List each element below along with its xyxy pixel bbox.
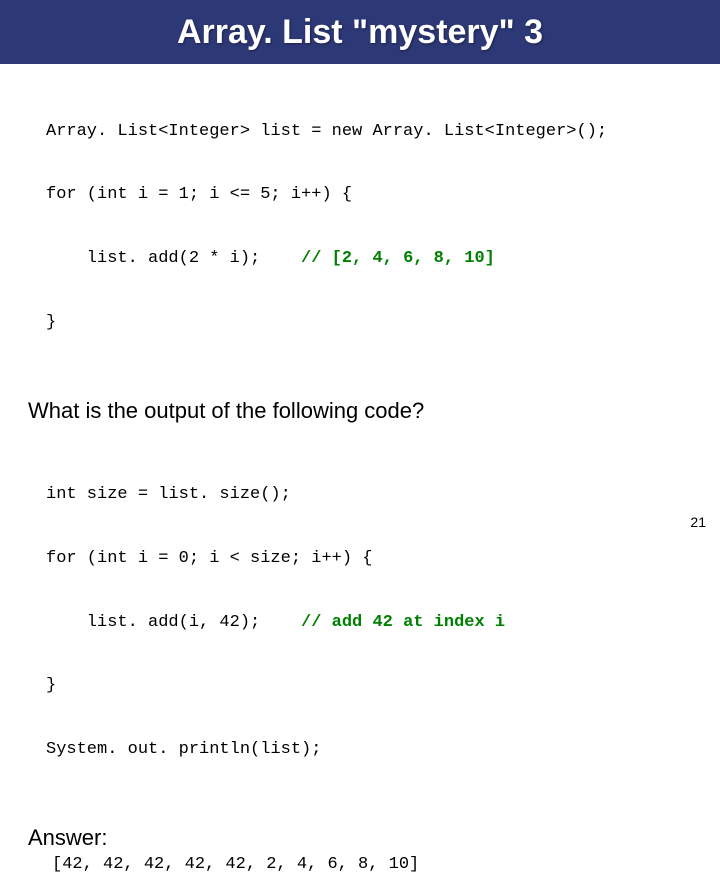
code-line: for (int i = 1; i <= 5; i++) { (46, 184, 692, 205)
code-line: Array. List<Integer> list = new Array. L… (46, 121, 692, 142)
code-line: list. add(2 * i); // [2, 4, 6, 8, 10] (46, 248, 692, 269)
question-text: What is the output of the following code… (28, 398, 692, 424)
code-block-1: Array. List<Integer> list = new Array. L… (46, 78, 692, 376)
code-line: } (46, 675, 692, 696)
answer-label: Answer: (28, 825, 692, 851)
code-block-2: int size = list. size(); for (int i = 0;… (46, 442, 692, 803)
code-text: list. add(i, 42); (46, 613, 301, 632)
code-line: for (int i = 0; i < size; i++) { (46, 548, 692, 569)
code-comment: // add 42 at index i (301, 613, 505, 632)
content-area: Array. List<Integer> list = new Array. L… (0, 64, 720, 874)
code-text: list. add(2 * i); (46, 249, 301, 268)
code-line: list. add(i, 42); // add 42 at index i (46, 612, 692, 633)
answer-value: [42, 42, 42, 42, 42, 2, 4, 6, 8, 10] (28, 855, 692, 874)
code-line: System. out. println(list); (46, 739, 692, 760)
code-line: } (46, 312, 692, 333)
code-comment: // [2, 4, 6, 8, 10] (301, 249, 495, 268)
page-number: 21 (690, 514, 706, 530)
code-line: int size = list. size(); (46, 484, 692, 505)
title-bar: Array. List "mystery" 3 (0, 0, 720, 64)
slide-title: Array. List "mystery" 3 (177, 13, 543, 52)
